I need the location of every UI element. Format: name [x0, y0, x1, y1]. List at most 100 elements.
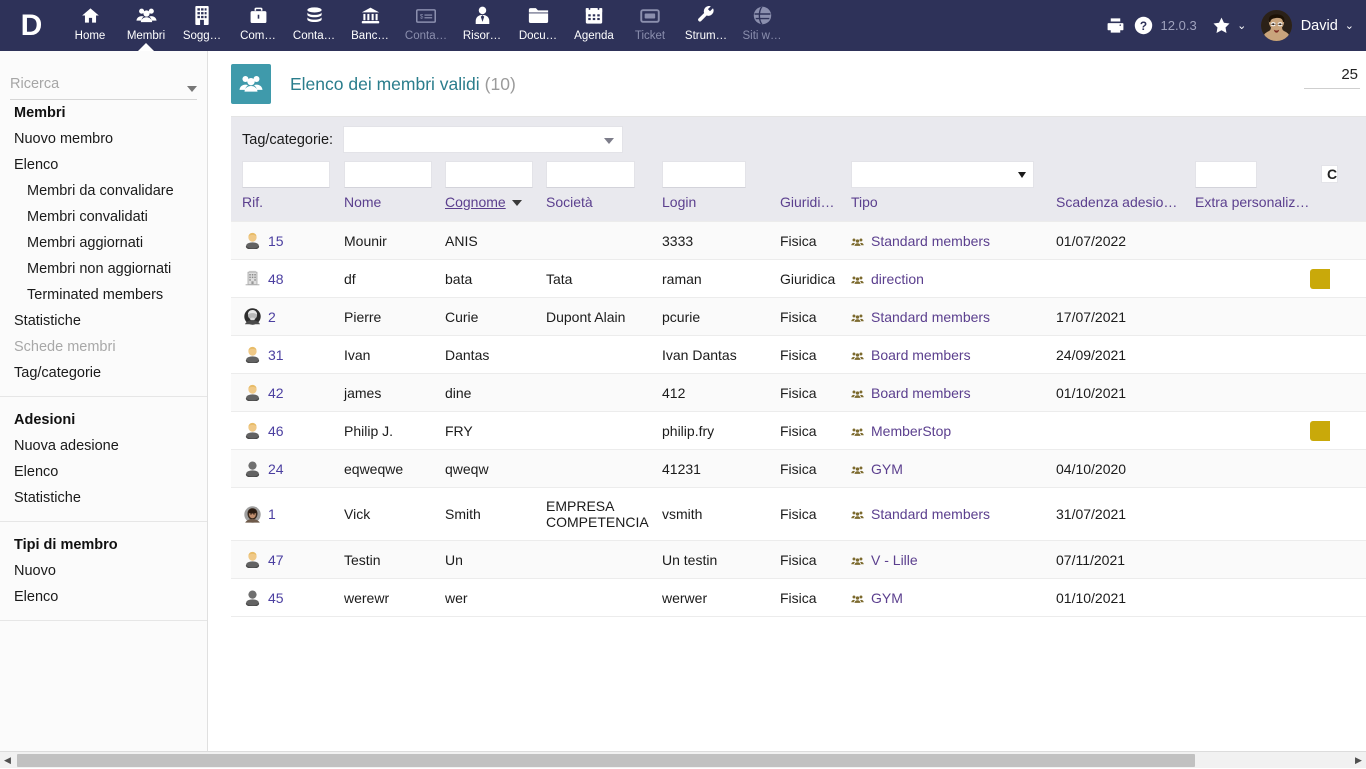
filter-input-login[interactable]	[662, 161, 746, 188]
nav-item-com[interactable]: Com…	[230, 0, 286, 51]
bookmark-chevron-down-icon[interactable]: ⌄	[1233, 0, 1251, 51]
nav-item-banc[interactable]: Banc…	[342, 0, 398, 51]
member-ref-link[interactable]: 48	[268, 271, 284, 287]
filter-input-extra[interactable]	[1195, 161, 1257, 188]
table-row[interactable]: 15MounirANIS3333FisicaStandard members01…	[231, 222, 1366, 260]
column-header-societa[interactable]: Società	[535, 192, 651, 222]
nav-item-conta[interactable]: Conta…	[286, 0, 342, 51]
nav-item-sitiw[interactable]: Siti w…	[734, 0, 790, 51]
table-row[interactable]: 2PierreCurieDupont AlainpcurieFisicaStan…	[231, 298, 1366, 336]
filter-select-tipo[interactable]	[851, 161, 1034, 188]
sidebar-item-elenco[interactable]: Elenco	[0, 584, 207, 610]
table-body: 15MounirANIS3333FisicaStandard members01…	[231, 222, 1366, 617]
user-name-label[interactable]: David	[1301, 18, 1338, 34]
sidebar-item-terminatedmembers[interactable]: Terminated members	[0, 282, 207, 308]
member-type-link[interactable]: Board members	[871, 347, 971, 363]
cell-tipo: MemberStop	[840, 412, 1045, 450]
sidebar-item-nuovaadesione[interactable]: Nuova adesione	[0, 433, 207, 459]
printer-icon[interactable]	[1101, 0, 1131, 51]
member-ref-link[interactable]: 45	[268, 590, 284, 606]
member-ref-link[interactable]: 15	[268, 233, 284, 249]
sidebar-item-nuovo[interactable]: Nuovo	[0, 558, 207, 584]
nav-item-agenda[interactable]: Agenda	[566, 0, 622, 51]
member-ref-link[interactable]: 24	[268, 461, 284, 477]
member-ref-link[interactable]: 46	[268, 423, 284, 439]
app-logo[interactable]: D	[0, 0, 62, 51]
page-limit-box[interactable]	[1304, 65, 1360, 89]
member-type-link[interactable]: V - Lille	[871, 552, 918, 568]
member-ref-link[interactable]: 1	[268, 506, 276, 522]
column-header-nome[interactable]: Nome	[333, 192, 434, 222]
member-type-link[interactable]: GYM	[871, 590, 903, 606]
member-type-link[interactable]: Board members	[871, 385, 971, 401]
column-header-scadenza[interactable]: Scadenza adesio…	[1045, 192, 1184, 222]
table-row[interactable]: 42jamesdine412FisicaBoard members01/10/2…	[231, 374, 1366, 412]
nav-item-home[interactable]: Home	[62, 0, 118, 51]
page-limit-input[interactable]	[1304, 65, 1360, 84]
scroll-right-arrow-icon[interactable]: ▶	[1351, 752, 1366, 769]
nav-item-strum[interactable]: Strum…	[678, 0, 734, 51]
table-row[interactable]: 46Philip J.FRYphilip.fryFisicaMemberStop	[231, 412, 1366, 450]
member-type-link[interactable]: MemberStop	[871, 423, 951, 439]
cell-scadenza: 01/07/2022	[1045, 222, 1184, 260]
member-ref-link[interactable]: 31	[268, 347, 284, 363]
member-ref-link[interactable]: 2	[268, 309, 276, 325]
column-header-login[interactable]: Login	[651, 192, 769, 222]
nav-item-ticket[interactable]: Ticket	[622, 0, 678, 51]
user-chevron-down-icon[interactable]: ⌄	[1345, 19, 1354, 32]
sidebar-item-membrinonaggiornati[interactable]: Membri non aggiornati	[0, 256, 207, 282]
column-header-cognome[interactable]: Cognome	[434, 192, 535, 222]
sidebar-item-membriaggiornati[interactable]: Membri aggiornati	[0, 230, 207, 256]
sidebar-item-tagcategorie[interactable]: Tag/categorie	[0, 360, 207, 386]
sidebar-item-statistiche[interactable]: Statistiche	[0, 485, 207, 511]
sidebar-item-elenco[interactable]: Elenco	[0, 152, 207, 178]
member-type-link[interactable]: direction	[871, 271, 924, 287]
sidebar-item-nuovomembro[interactable]: Nuovo membro	[0, 126, 207, 152]
filter-input-rif[interactable]	[242, 161, 330, 188]
sidebar-item-statistiche[interactable]: Statistiche	[0, 308, 207, 334]
nav-item-docu[interactable]: Docu…	[510, 0, 566, 51]
table-row[interactable]: 48dfbataTataramanGiuridicadirection	[231, 260, 1366, 298]
scrollbar-thumb[interactable]	[17, 754, 1195, 767]
nav-item-membri[interactable]: Membri	[118, 0, 174, 51]
chevron-down-icon[interactable]	[187, 86, 197, 92]
column-header-giuridica[interactable]: Giuridica/fisica	[769, 192, 840, 222]
filter-input-last[interactable]: C	[1321, 165, 1338, 183]
member-type-link[interactable]: GYM	[871, 461, 903, 477]
scrollbar-track[interactable]	[15, 752, 1351, 769]
column-header-tipo[interactable]: Tipo	[840, 192, 1045, 222]
table-row[interactable]: 31IvanDantasIvan DantasFisicaBoard membe…	[231, 336, 1366, 374]
filter-input-nome[interactable]	[344, 161, 432, 188]
member-type-link[interactable]: Standard members	[871, 233, 990, 249]
table-row[interactable]: 24eqweqweqweqw41231FisicaGYM04/10/2020	[231, 450, 1366, 488]
filter-input-cognome[interactable]	[445, 161, 533, 188]
column-header-rif[interactable]: Rif.	[231, 192, 333, 222]
member-type-link[interactable]: Standard members	[871, 309, 990, 325]
member-ref-link[interactable]: 47	[268, 552, 284, 568]
star-icon[interactable]	[1211, 0, 1233, 51]
table-row[interactable]: 45werewrwerwerwerFisicaGYM01/10/2021	[231, 579, 1366, 617]
nav-item-label: Com…	[240, 29, 276, 43]
nav-item-risor[interactable]: Risor…	[454, 0, 510, 51]
horizontal-scrollbar[interactable]: ◀ ▶	[0, 751, 1366, 768]
member-type-link[interactable]: Standard members	[871, 506, 990, 522]
search-box[interactable]	[10, 72, 197, 100]
column-header-extra[interactable]: Extra personalize…	[1184, 192, 1310, 222]
tag-filter-select[interactable]	[343, 126, 623, 153]
table-row[interactable]: 1VickSmithEMPRESA COMPETENCIAvsmithFisic…	[231, 488, 1366, 541]
avatar[interactable]	[1261, 10, 1292, 41]
sidebar-item-membriconvalidati[interactable]: Membri convalidati	[0, 204, 207, 230]
nav-item-sogg[interactable]: Sogg…	[174, 0, 230, 51]
sidebar-item-membridaconvalidare[interactable]: Membri da convalidare	[0, 178, 207, 204]
question-circle-icon[interactable]: ?	[1131, 0, 1157, 51]
scroll-left-arrow-icon[interactable]: ◀	[0, 752, 15, 769]
cell-scadenza: 31/07/2021	[1045, 488, 1184, 541]
member-ref-link[interactable]: 42	[268, 385, 284, 401]
caret-down-icon[interactable]	[512, 200, 522, 206]
sidebar-item-elenco[interactable]: Elenco	[0, 459, 207, 485]
table-row[interactable]: 47TestinUnUn testinFisicaV - Lille07/11/…	[231, 541, 1366, 579]
nav-item-conta[interactable]: $Conta…	[398, 0, 454, 51]
filter-input-societa[interactable]	[546, 161, 635, 188]
column-header-label[interactable]: Cognome	[445, 194, 506, 210]
search-input[interactable]	[10, 76, 197, 95]
